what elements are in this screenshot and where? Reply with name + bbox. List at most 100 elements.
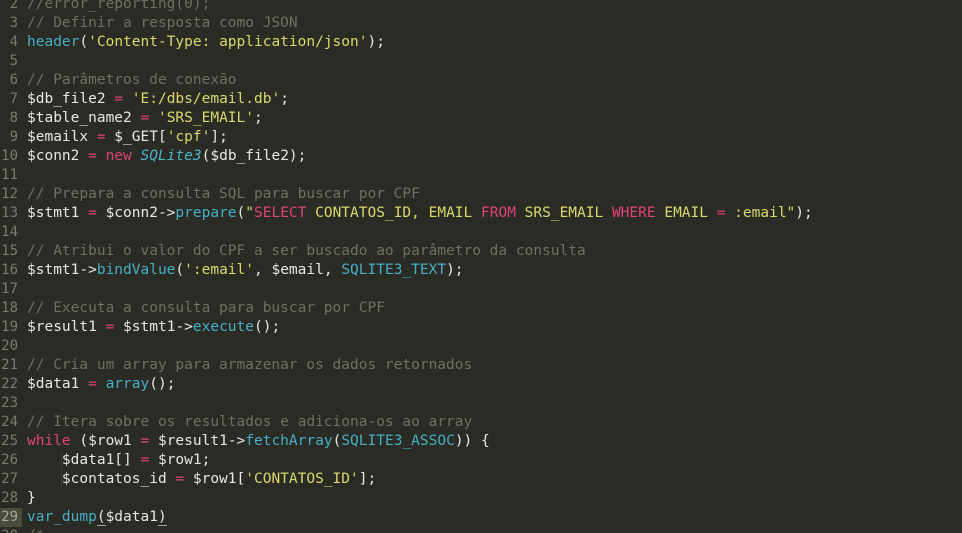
code-token: prepare: [175, 205, 237, 221]
code-token: );: [367, 34, 385, 50]
code-line[interactable]: 9 $emailx = $_GET['cpf'];: [0, 128, 962, 147]
code-line[interactable]: 25 while ($row1 = $result1->fetchArray(SQ…: [0, 432, 962, 451]
code-line[interactable]: 13 $stmt1 = $conn2->prepare("SELECT CONTA…: [0, 204, 962, 223]
code-line[interactable]: 8 $table_name2 = 'SRS_EMAIL';: [0, 109, 962, 128]
code-line[interactable]: 12 // Prepara a consulta SQL para buscar …: [0, 185, 962, 204]
code-token: $stmt1->: [27, 262, 97, 278]
code-line-content[interactable]: [22, 394, 962, 413]
line-number: 6: [9, 72, 18, 88]
code-line-content[interactable]: [22, 166, 962, 185]
code-line-content[interactable]: while ($row1 = $result1->fetchArray(SQLI…: [22, 432, 962, 451]
code-line-content[interactable]: [22, 223, 962, 242]
code-line-content[interactable]: $stmt1 = $conn2->prepare("SELECT CONTATO…: [22, 204, 962, 223]
line-number: 23: [1, 395, 18, 411]
line-number: 21: [1, 357, 18, 373]
line-number: 27: [1, 471, 18, 487]
code-line[interactable]: 2 //error_reporting(0);: [0, 0, 962, 14]
code-line[interactable]: 22 $data1 = array();: [0, 375, 962, 394]
code-line-content[interactable]: // Definir a resposta como JSON: [22, 14, 962, 33]
code-line-content[interactable]: // Prepara a consulta SQL para buscar po…: [22, 185, 962, 204]
code-token: ($db_file2);: [201, 148, 307, 164]
code-token: SQLITE3_TEXT: [341, 262, 447, 278]
code-line[interactable]: 14: [0, 223, 962, 242]
code-line-content[interactable]: $stmt1->bindValue(':email', $email, SQLI…: [22, 261, 962, 280]
code-line-content[interactable]: $table_name2 = 'SRS_EMAIL';: [22, 109, 962, 128]
code-line[interactable]: 29 var_dump($data1): [0, 508, 962, 527]
code-token: FROM: [481, 205, 516, 221]
line-number: 22: [1, 376, 18, 392]
code-line-content[interactable]: var_dump($data1): [22, 508, 962, 527]
code-line-content[interactable]: // Cria um array para armazenar os dados…: [22, 356, 962, 375]
code-line-content[interactable]: // Parâmetros de conexão: [22, 71, 962, 90]
code-token: $data1: [27, 376, 89, 392]
code-token: SELECT: [254, 205, 307, 221]
code-line-content[interactable]: // Executa a consulta para buscar por CP…: [22, 299, 962, 318]
code-line-content[interactable]: $contatos_id = $row1['CONTATOS_ID'];: [22, 470, 962, 489]
code-line-content[interactable]: $result1 = $stmt1->execute();: [22, 318, 962, 337]
code-line-content[interactable]: // Itera sobre os resultados e adiciona-…: [22, 413, 962, 432]
code-line[interactable]: 21 // Cria um array para armazenar os dad…: [0, 356, 962, 375]
code-line-content[interactable]: $data1[] = $row1;: [22, 451, 962, 470]
code-line-content[interactable]: [22, 52, 962, 71]
line-number: 19: [1, 319, 18, 335]
code-token: }: [27, 490, 36, 506]
code-line-content[interactable]: $db_file2 = 'E:/dbs/email.db';: [22, 90, 962, 109]
code-line[interactable]: 23: [0, 394, 962, 413]
line-number: 29: [0, 508, 22, 527]
code-token: $conn2: [27, 148, 89, 164]
code-token: $table_name2: [27, 110, 141, 126]
code-line[interactable]: 11: [0, 166, 962, 185]
code-token: // Prepara a consulta SQL para buscar po…: [27, 186, 420, 202]
code-line-content[interactable]: /*: [22, 527, 962, 533]
code-token: (: [96, 509, 106, 526]
code-token: (: [79, 34, 89, 50]
code-line[interactable]: 5: [0, 52, 962, 71]
line-number: 9: [9, 129, 18, 145]
code-line-content[interactable]: [22, 280, 962, 299]
code-line[interactable]: 26 $data1[] = $row1;: [0, 451, 962, 470]
code-token: =: [175, 471, 185, 487]
code-token: =: [88, 148, 97, 164]
code-editor[interactable]: 2 //error_reporting(0); 3 // Definir a resp…: [0, 0, 962, 533]
code-token: SRS_EMAIL: [515, 205, 612, 221]
code-line[interactable]: 6 // Parâmetros de conexão: [0, 71, 962, 90]
line-number: 30: [0, 527, 22, 533]
code-line[interactable]: 18 // Executa a consulta para buscar por …: [0, 299, 962, 318]
code-line[interactable]: 3 // Definir a resposta como JSON: [0, 14, 962, 33]
code-line-content[interactable]: // Atribui o valor do CPF a ser buscado …: [22, 242, 962, 261]
line-number: 24: [1, 414, 18, 430]
code-line-content[interactable]: //error_reporting(0);: [22, 0, 962, 14]
code-line[interactable]: 4 header('Content-Type: application/json'…: [0, 33, 962, 52]
code-token: $row1[: [184, 471, 246, 487]
code-line[interactable]: 30 /*: [0, 527, 962, 533]
code-line[interactable]: 16 $stmt1->bindValue(':email', $email, SQ…: [0, 261, 962, 280]
code-line-content[interactable]: [22, 337, 962, 356]
code-line[interactable]: 27 $contatos_id = $row1['CONTATOS_ID'];: [0, 470, 962, 489]
code-token: while: [27, 433, 71, 449]
code-line-content[interactable]: header('Content-Type: application/json')…: [22, 33, 962, 52]
code-line[interactable]: 24 // Itera sobre os resultados e adicion…: [0, 413, 962, 432]
code-line[interactable]: 15 // Atribui o valor do CPF a ser buscad…: [0, 242, 962, 261]
code-token: ($row1: [70, 433, 141, 449]
code-line-content[interactable]: $emailx = $_GET['cpf'];: [22, 128, 962, 147]
code-token: =: [140, 433, 150, 449]
line-number: 8: [9, 110, 18, 126]
code-token: $conn2->: [96, 205, 176, 221]
code-line-content[interactable]: $conn2 = new SQLite3($db_file2);: [22, 147, 962, 166]
code-token: );: [795, 205, 813, 221]
code-token: 'SRS_EMAIL': [157, 110, 254, 126]
code-line-content[interactable]: $data1 = array();: [22, 375, 962, 394]
code-lines-container[interactable]: 2 //error_reporting(0); 3 // Definir a resp…: [0, 0, 962, 533]
code-line[interactable]: 28}: [0, 489, 962, 508]
code-line[interactable]: 7 $db_file2 = 'E:/dbs/email.db';: [0, 90, 962, 109]
code-line[interactable]: 10 $conn2 = new SQLite3($db_file2);: [0, 147, 962, 166]
code-token: new: [105, 148, 132, 164]
line-number: 4: [9, 34, 18, 50]
code-line[interactable]: 19 $result1 = $stmt1->execute();: [0, 318, 962, 337]
code-token: $data1[]: [27, 452, 141, 468]
code-line[interactable]: 20: [0, 337, 962, 356]
code-line-content[interactable]: }: [22, 489, 962, 508]
code-line[interactable]: 17: [0, 280, 962, 299]
